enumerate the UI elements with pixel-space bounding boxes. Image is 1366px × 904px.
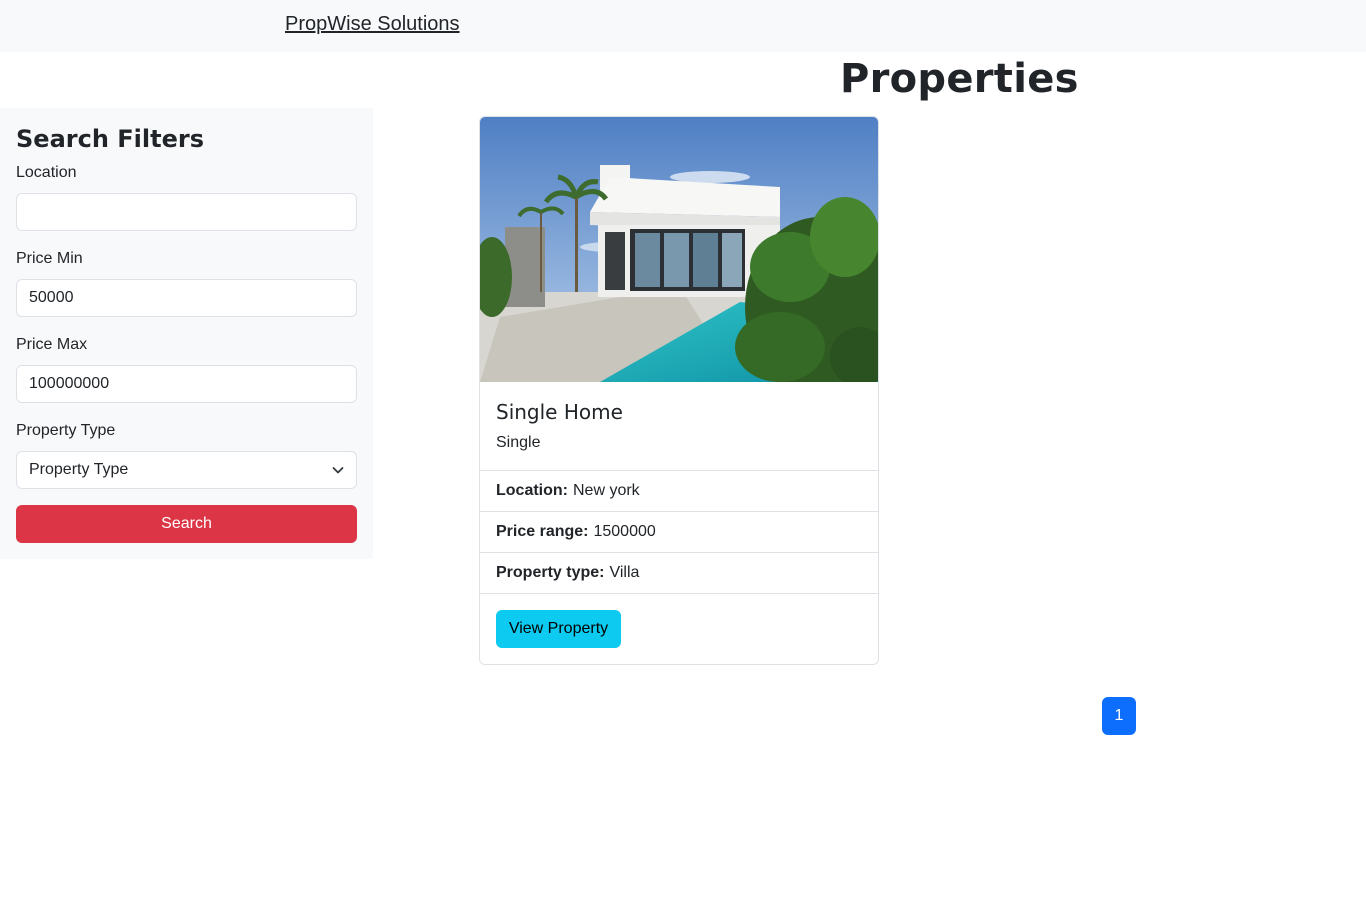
view-property-button[interactable]: View Property <box>496 610 621 648</box>
top-navbar: PropWise Solutions <box>0 0 1366 52</box>
chevron-down-icon <box>332 467 344 474</box>
property-title: Single Home <box>496 400 623 424</box>
filters-heading: Search Filters <box>16 125 204 153</box>
location-value: New york <box>573 482 640 499</box>
property-type-row: Property type: Villa <box>480 552 878 593</box>
property-type-select[interactable]: Property Type <box>16 451 357 489</box>
type-value: Villa <box>609 564 640 581</box>
brand-link[interactable]: PropWise Solutions <box>285 13 460 36</box>
price-value: 1500000 <box>593 523 656 540</box>
card-footer-divider <box>480 593 878 594</box>
location-label: Location <box>16 164 77 181</box>
location-key: Location: <box>496 482 568 499</box>
property-subtitle: Single <box>496 434 541 451</box>
pagination-page-1[interactable]: 1 <box>1102 697 1136 735</box>
price-min-input[interactable] <box>16 279 357 317</box>
price-key: Price range: <box>496 523 589 540</box>
page-title: Properties <box>840 56 1079 102</box>
price-min-label: Price Min <box>16 250 83 267</box>
price-max-input[interactable] <box>16 365 357 403</box>
property-type-label: Property Type <box>16 422 116 439</box>
search-filters-panel: Search Filters Location Price Min Price … <box>0 108 373 559</box>
location-input[interactable] <box>16 193 357 231</box>
price-max-label: Price Max <box>16 336 88 353</box>
property-price-row: Price range: 1500000 <box>480 511 878 552</box>
property-location-row: Location: New york <box>480 470 878 511</box>
property-card: Single Home Single Location: New york Pr… <box>479 116 879 665</box>
property-image <box>480 117 878 382</box>
type-key: Property type: <box>496 564 605 581</box>
search-button[interactable]: Search <box>16 505 357 543</box>
property-type-selected: Property Type <box>29 461 129 478</box>
